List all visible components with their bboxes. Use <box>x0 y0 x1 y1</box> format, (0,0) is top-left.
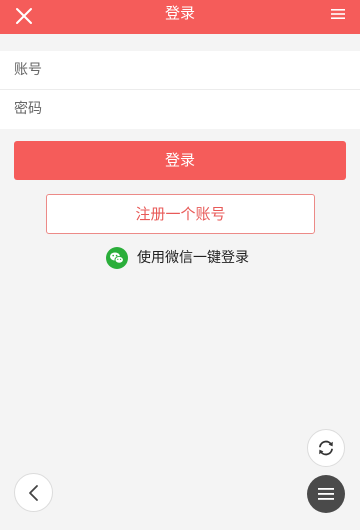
account-row <box>0 51 360 90</box>
wechat-icon <box>106 247 128 269</box>
page-title: 登录 <box>164 4 195 22</box>
password-row <box>0 90 360 128</box>
back-button[interactable] <box>14 473 53 512</box>
refresh-button[interactable] <box>307 429 345 467</box>
wechat-login-label: 使用微信一键登录 <box>137 250 249 266</box>
login-button[interactable]: 登录 <box>14 141 346 180</box>
account-input[interactable] <box>14 51 344 89</box>
password-input[interactable] <box>14 90 344 128</box>
hamburger-menu-icon[interactable] <box>330 6 346 20</box>
header-bar: 登录 <box>0 0 360 34</box>
login-form <box>0 51 360 129</box>
register-button[interactable]: 注册一个账号 <box>46 194 315 234</box>
floating-menu-button[interactable] <box>307 475 345 513</box>
